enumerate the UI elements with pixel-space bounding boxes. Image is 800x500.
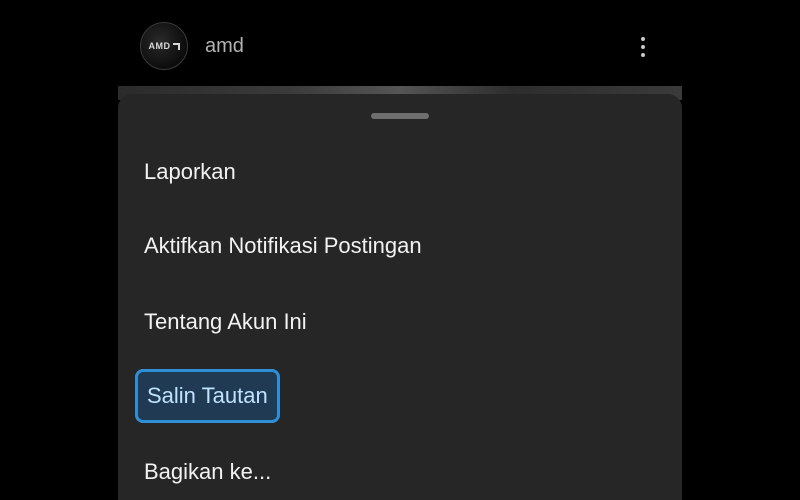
post-header: AMD amd — [120, 12, 680, 82]
amd-arrow-icon — [172, 42, 180, 50]
menu-item-report[interactable]: Laporkan — [144, 152, 236, 192]
bottom-sheet-menu: Laporkan Aktifkan Notifikasi Postingan T… — [118, 94, 682, 500]
more-vertical-icon — [641, 53, 645, 57]
app-screen: AMD amd Laporkan Aktifkan Notifikasi Pos… — [0, 0, 800, 500]
more-vertical-icon — [641, 45, 645, 49]
username[interactable]: amd — [205, 35, 244, 58]
avatar-logo-text: AMD — [148, 41, 171, 51]
more-vertical-icon — [641, 37, 645, 41]
menu-item-enable-post-notifications[interactable]: Aktifkan Notifikasi Postingan — [144, 226, 422, 266]
avatar[interactable]: AMD — [140, 22, 188, 70]
menu-item-about-this-account[interactable]: Tentang Akun Ini — [144, 302, 307, 342]
sheet-drag-handle[interactable] — [371, 113, 429, 119]
menu-item-copy-link[interactable]: Salin Tautan — [135, 369, 280, 423]
menu-item-share-to[interactable]: Bagikan ke... — [144, 452, 271, 492]
amd-logo: AMD — [149, 41, 180, 51]
more-options-button[interactable] — [628, 32, 658, 62]
